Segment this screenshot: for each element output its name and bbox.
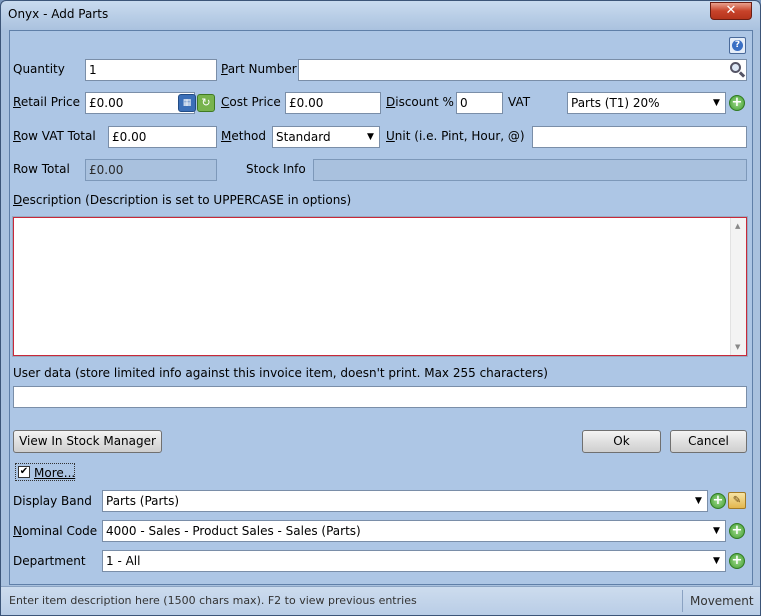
status-hint: Enter item description here (1500 chars … <box>9 594 417 607</box>
title-bar: Onyx - Add Parts ✕ <box>1 1 760 29</box>
part-number-input[interactable] <box>298 59 747 81</box>
ok-button[interactable]: Ok <box>582 430 661 453</box>
chevron-down-icon[interactable]: ▼ <box>691 492 706 510</box>
display-band-select[interactable]: Parts (Parts) ▼ <box>102 490 708 512</box>
cost-price-label: Cost Price <box>221 95 281 109</box>
chevron-down-icon[interactable]: ▼ <box>363 128 378 146</box>
user-data-label: User data (store limited info against th… <box>13 366 548 380</box>
scroll-up-icon[interactable]: ▲ <box>735 222 740 230</box>
method-value: Standard <box>276 130 331 144</box>
row-total-value: £0.00 <box>85 159 217 181</box>
status-divider <box>682 590 683 612</box>
department-value: 1 - All <box>106 554 141 568</box>
method-select[interactable]: Standard ▼ <box>272 126 380 148</box>
row-vat-total-label: Row VAT Total <box>13 129 96 143</box>
chevron-down-icon[interactable]: ▼ <box>709 552 724 570</box>
chevron-down-icon[interactable]: ▼ <box>709 94 724 112</box>
stock-info-label: Stock Info <box>246 162 306 176</box>
search-icon[interactable] <box>727 60 746 80</box>
quantity-input[interactable]: 1 <box>85 59 217 81</box>
quantity-label: Quantity <box>13 62 65 76</box>
nominal-code-select[interactable]: 4000 - Sales - Product Sales - Sales (Pa… <box>102 520 726 542</box>
cost-price-input[interactable]: £0.00 <box>285 92 381 114</box>
add-parts-window: Onyx - Add Parts ✕ ? Quantity 1 Part Num… <box>0 0 761 616</box>
user-data-input[interactable] <box>13 386 747 408</box>
display-band-label: Display Band <box>13 494 92 508</box>
row-vat-total-input[interactable]: £0.00 <box>108 126 217 148</box>
add-vat-icon[interactable]: + <box>729 95 745 111</box>
stock-info-value <box>313 159 747 181</box>
unit-input[interactable] <box>532 126 747 148</box>
discount-input[interactable]: 0 <box>456 92 503 114</box>
unit-label: Unit (i.e. Pint, Hour, @) <box>386 129 525 143</box>
calculator-icon[interactable]: ▦ <box>178 94 196 112</box>
description-textarea[interactable]: ▲ ▼ <box>12 216 748 357</box>
add-department-icon[interactable]: + <box>729 553 745 569</box>
help-icon[interactable]: ? <box>729 37 746 54</box>
method-label: Method <box>221 129 267 143</box>
status-mode: Movement <box>690 594 754 608</box>
nominal-code-value: 4000 - Sales - Product Sales - Sales (Pa… <box>106 524 361 538</box>
nominal-code-label: Nominal Code <box>13 524 98 538</box>
close-button[interactable]: ✕ <box>710 2 752 20</box>
view-in-stock-manager-button[interactable]: View In Stock Manager <box>13 430 162 453</box>
checkbox-box[interactable]: ✔ <box>18 466 30 478</box>
status-bar: Enter item description here (1500 chars … <box>1 586 760 615</box>
department-select[interactable]: 1 - All ▼ <box>102 550 726 572</box>
retail-price-label: Retail Price <box>13 95 81 109</box>
dialog-body: ? Quantity 1 Part Number Retail Price £0… <box>9 30 753 585</box>
discount-label: Discount % <box>386 95 454 109</box>
description-label: Description (Description is set to UPPER… <box>13 193 352 207</box>
more-label: More... <box>34 466 76 480</box>
row-total-label: Row Total <box>13 162 70 176</box>
scroll-down-icon[interactable]: ▼ <box>735 343 740 351</box>
display-band-value: Parts (Parts) <box>106 494 180 508</box>
department-label: Department <box>13 554 86 568</box>
more-checkbox[interactable]: ✔ More... <box>15 463 75 481</box>
vat-value: Parts (T1) 20% <box>571 96 660 110</box>
vat-select[interactable]: Parts (T1) 20% ▼ <box>567 92 726 114</box>
refresh-icon[interactable]: ↻ <box>197 94 215 112</box>
cancel-button[interactable]: Cancel <box>670 430 747 453</box>
add-display-band-icon[interactable]: + <box>710 493 726 509</box>
part-number-label: Part Number <box>221 62 297 76</box>
window-title: Onyx - Add Parts <box>8 7 109 21</box>
vat-label: VAT <box>508 95 531 109</box>
chevron-down-icon[interactable]: ▼ <box>709 522 724 540</box>
add-nominal-code-icon[interactable]: + <box>729 523 745 539</box>
description-scrollbar[interactable]: ▲ ▼ <box>730 218 746 355</box>
edit-display-band-icon[interactable]: ✎ <box>728 492 746 509</box>
